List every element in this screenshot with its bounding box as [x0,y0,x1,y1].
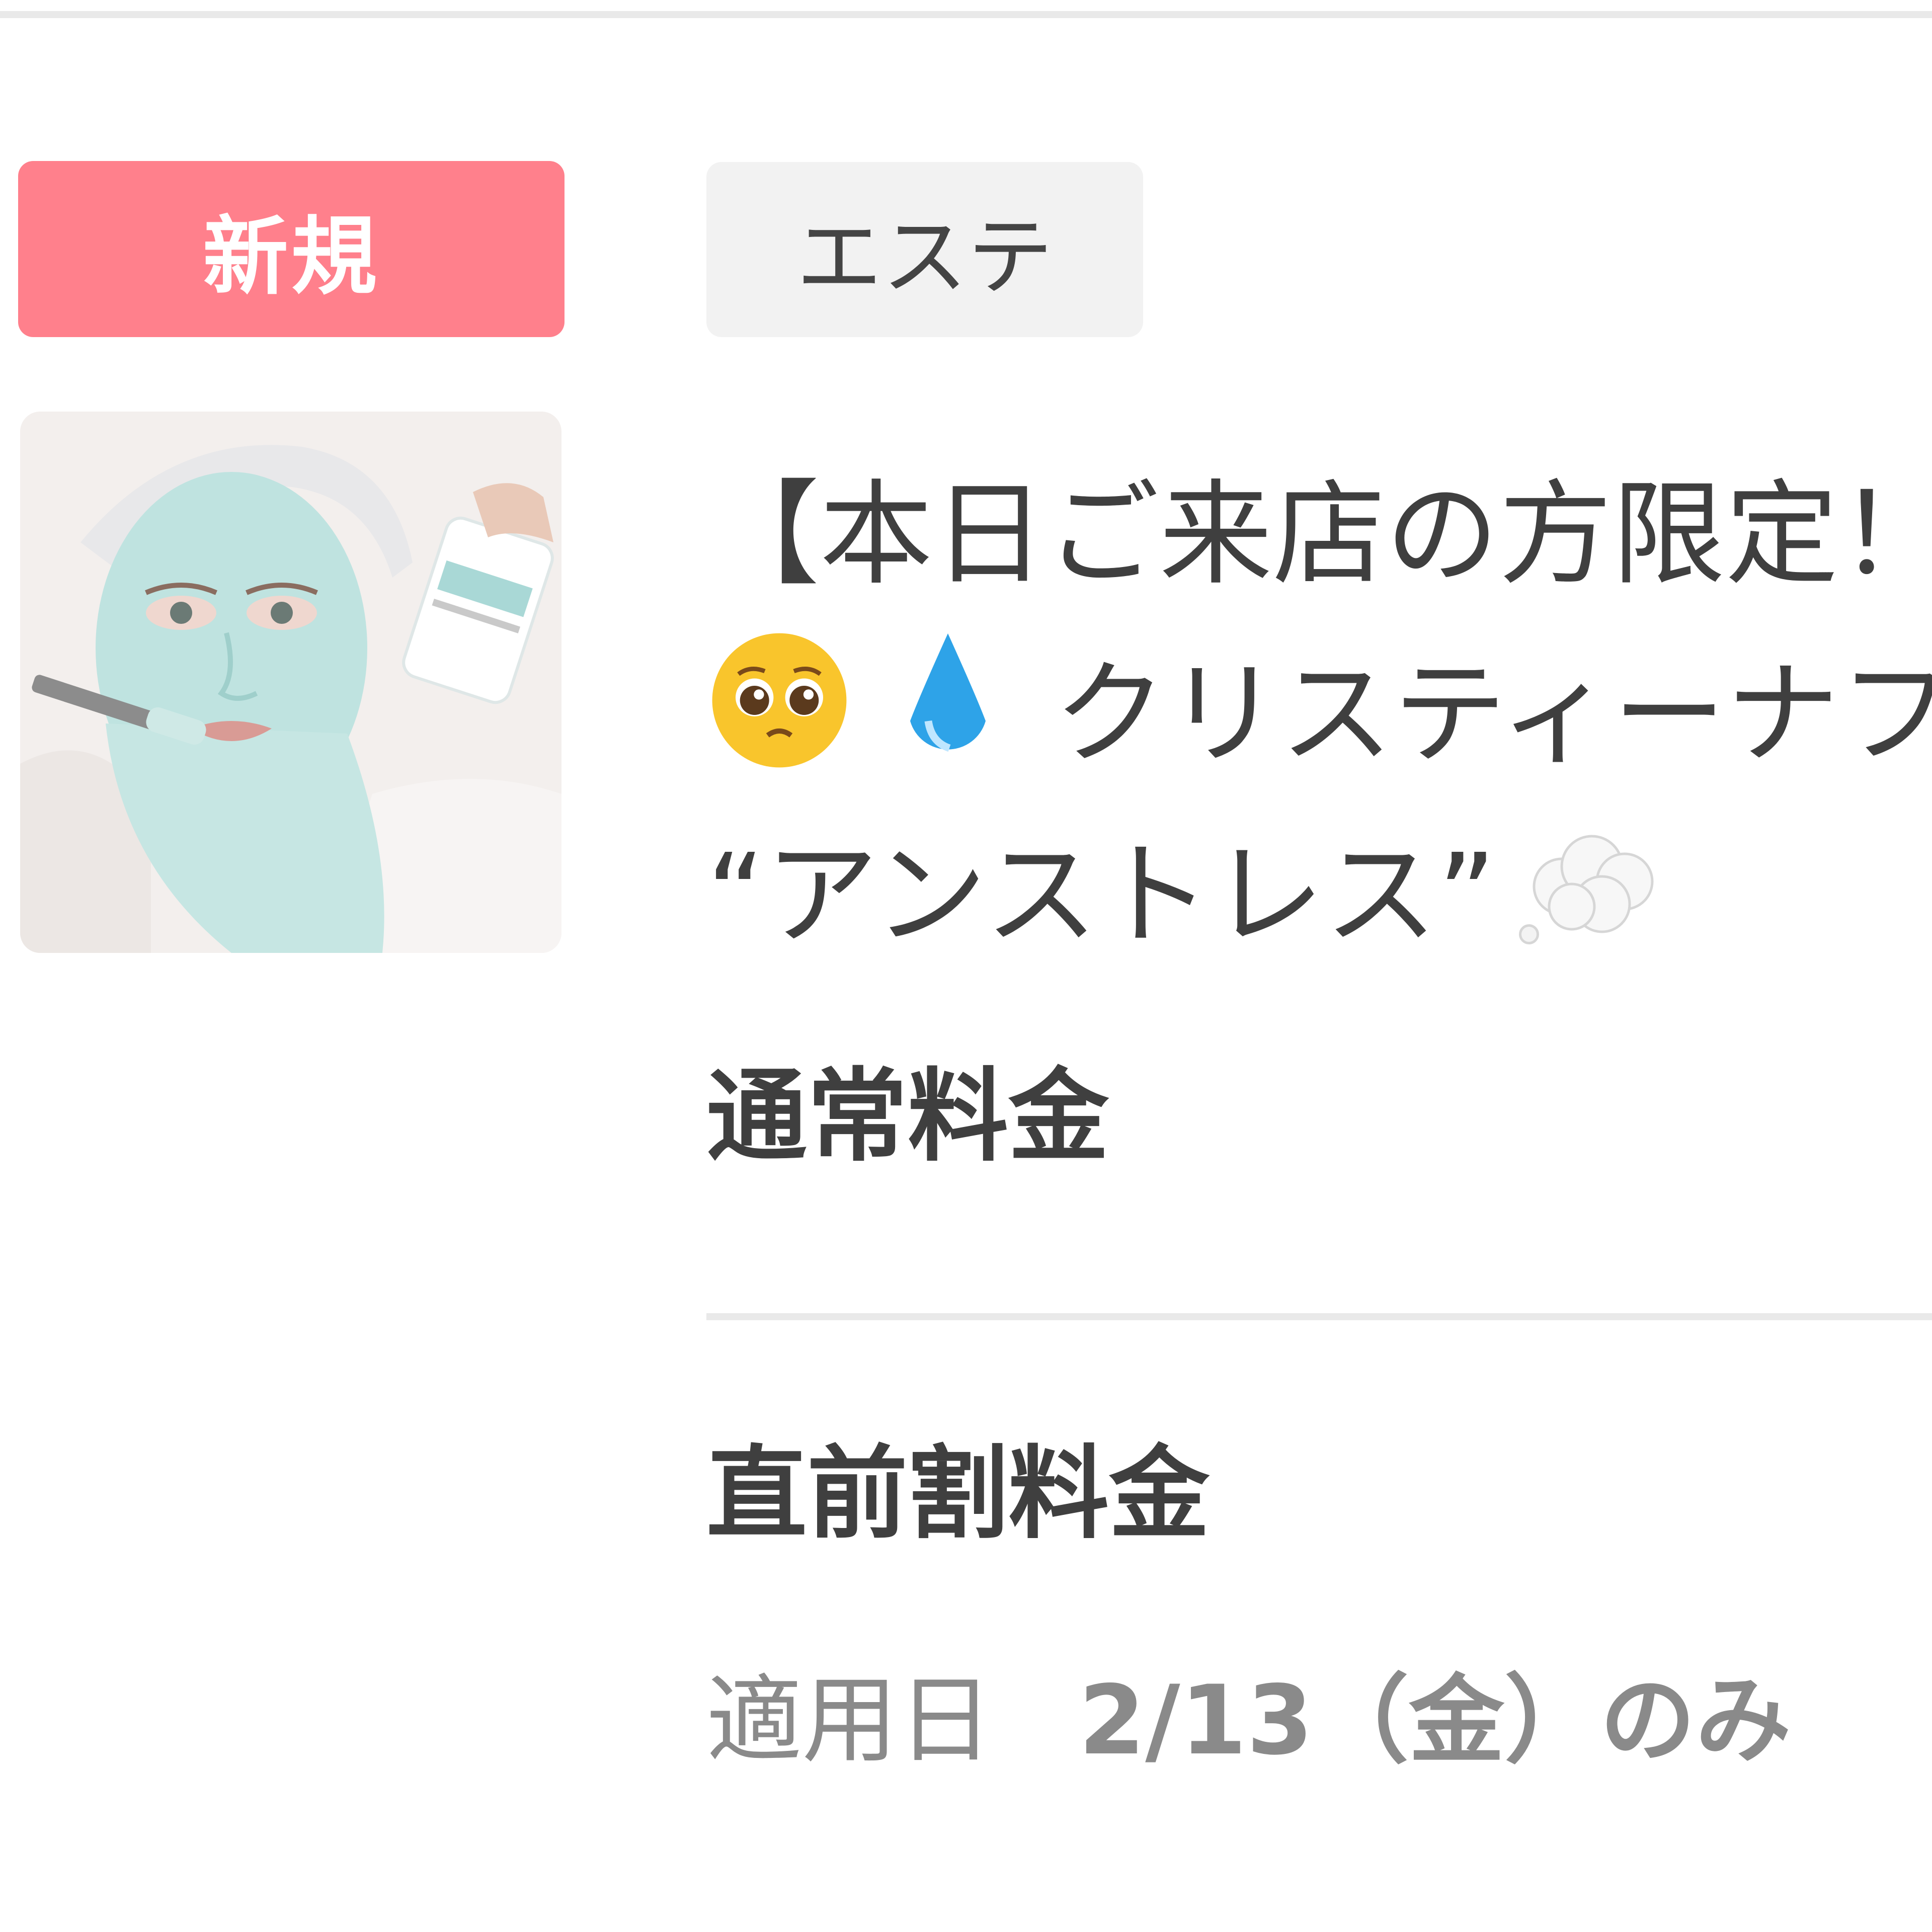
title-line-3-text: “アンストレス” [706,830,1496,961]
apply-date-value: 2/13（金）のみ [1079,1665,1792,1776]
new-customer-badge-label: 新規 [202,207,380,307]
facial-mask-photo [20,412,561,953]
pleading-face-icon [712,633,847,768]
top-divider [0,11,1932,18]
title-line-2: クリスティーナフ [706,624,1932,805]
apply-date-label: 適用日 [706,1665,994,1776]
title-line-3: “アンストレス” [706,805,1932,986]
thought-balloon-icon [1518,835,1654,944]
category-tag[interactable]: エステ [706,162,1143,337]
title-line-1: 【本日ご来店の方限定！ [706,443,1932,624]
new-customer-badge: 新規 [18,161,565,337]
last-minute-price-label: 直前割料金 [706,1435,1210,1553]
coupon-card[interactable]: 新規 エステ 【本日ご来店の方限定！ クリスティーナフ “アンストレス” 通常料… [0,0,1932,1932]
category-tag-label: エステ [796,208,1053,307]
droplet-icon [910,633,986,752]
title-line-1-text: 【本日ご来店の方限定！ [706,469,1932,601]
coupon-thumbnail[interactable] [20,412,561,953]
price-divider [706,1313,1932,1320]
apply-date-row: 適用日 2/13（金）のみ [706,1655,1791,1786]
coupon-title[interactable]: 【本日ご来店の方限定！ クリスティーナフ “アンストレス” [706,443,1932,986]
regular-price-label: 通常料金 [706,1058,1109,1175]
title-line-2-text: クリスティーナフ [1054,649,1932,780]
